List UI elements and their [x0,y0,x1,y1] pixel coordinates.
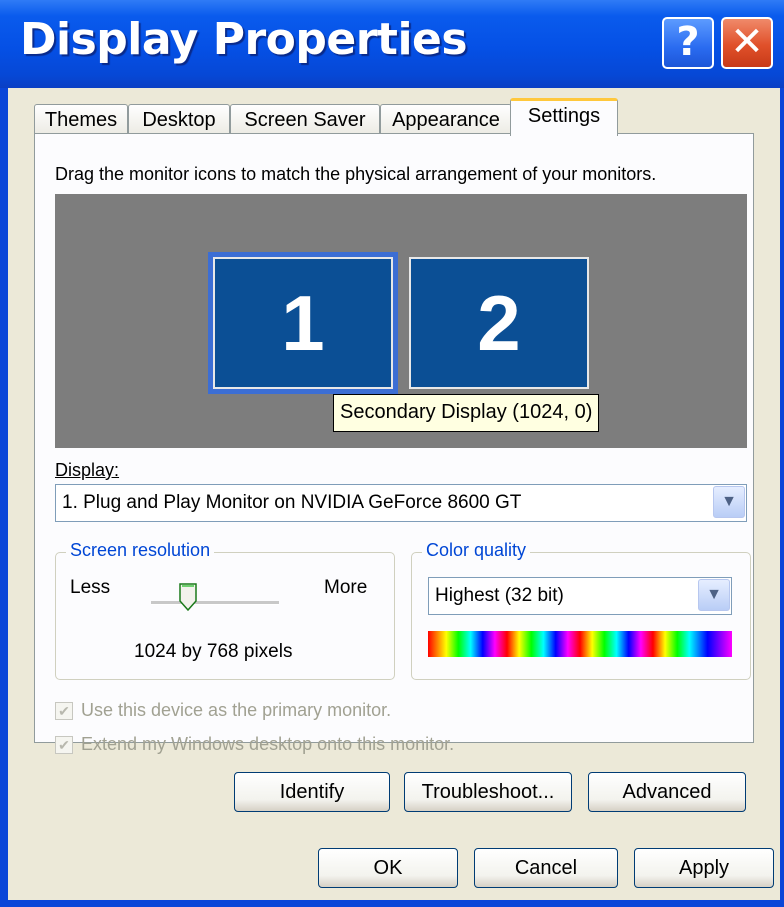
color-quality-title: Color quality [422,540,531,561]
resolution-slider-track[interactable] [151,601,279,605]
primary-monitor-label: Use this device as the primary monitor. [81,700,392,720]
monitor-tooltip: Secondary Display (1024, 0) [333,394,600,432]
color-quality-select[interactable]: Highest (32 bit) ▼ [428,577,732,615]
cancel-button[interactable]: Cancel [474,848,618,888]
color-quality-group: Color quality Highest (32 bit) ▼ [411,540,751,680]
extend-desktop-label: Extend my Windows desktop onto this moni… [81,734,455,754]
chevron-down-icon[interactable]: ▼ [713,486,745,518]
screen-resolution-title: Screen resolution [66,540,215,561]
help-button[interactable]: ? [662,17,714,69]
display-select-value: 1. Plug and Play Monitor on NVIDIA GeFor… [62,492,522,513]
tab-themes[interactable]: Themes [34,104,128,134]
settings-panel: Drag the monitor icons to match the phys… [34,133,754,754]
window-title: Display Properties [20,14,468,65]
resolution-less-label: Less [70,577,111,598]
screen-resolution-group: Screen resolution Less More 1024 by 768 … [55,540,395,680]
color-quality-value: Highest (32 bit) [435,585,564,606]
apply-button[interactable]: Apply [634,848,774,888]
help-icon: ? [676,19,700,65]
chevron-down-icon[interactable]: ▼ [698,579,730,611]
monitor-2[interactable]: 2 [409,257,589,389]
display-properties-window: Display Properties ? ✕ Themes Desktop Sc… [0,0,784,907]
tab-desktop[interactable]: Desktop [128,104,230,134]
tab-appearance[interactable]: Appearance [380,104,512,134]
resolution-slider-thumb[interactable] [178,583,198,611]
checkmark-icon: ✔ [55,702,73,720]
tab-screen-saver[interactable]: Screen Saver [230,104,380,134]
color-spectrum-preview [428,631,732,657]
display-label-text: Display: [55,460,120,480]
close-button[interactable]: ✕ [721,17,773,69]
title-bar[interactable]: Display Properties ? ✕ [0,0,784,88]
display-select[interactable]: 1. Plug and Play Monitor on NVIDIA GeFor… [55,484,747,522]
instruction-text: Drag the monitor icons to match the phys… [55,164,657,184]
dialog-body: Themes Desktop Screen Saver Appearance S… [8,88,780,900]
tab-settings[interactable]: Settings [510,98,618,136]
resolution-more-label: More [324,577,368,598]
advanced-button[interactable]: Advanced [588,772,746,812]
monitor-1[interactable]: 1 [208,252,398,394]
identify-button[interactable]: Identify [234,772,390,812]
monitor-arrangement-area: 1 2 Secondary Display (1024, 0) [55,194,747,448]
ok-button[interactable]: OK [318,848,458,888]
close-icon: ✕ [730,19,764,65]
display-label: Display: [55,460,119,481]
resolution-value: 1024 by 768 pixels [134,641,293,662]
checkmark-icon: ✔ [55,736,73,754]
troubleshoot-button[interactable]: Troubleshoot... [404,772,572,812]
